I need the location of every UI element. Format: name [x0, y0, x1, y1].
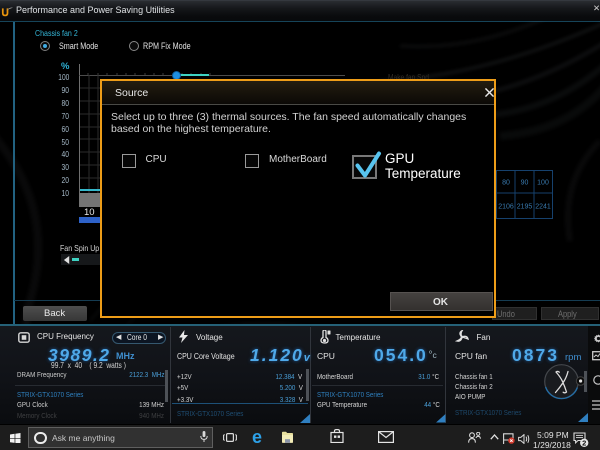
svg-text:90: 90	[521, 180, 529, 187]
svg-text:2195: 2195	[517, 204, 533, 211]
svg-text:2106: 2106	[498, 204, 514, 211]
svg-text:2241: 2241	[535, 204, 551, 211]
svg-text:80: 80	[502, 180, 510, 187]
svg-text:100: 100	[537, 180, 549, 187]
svg-text:2: 2	[582, 438, 586, 447]
